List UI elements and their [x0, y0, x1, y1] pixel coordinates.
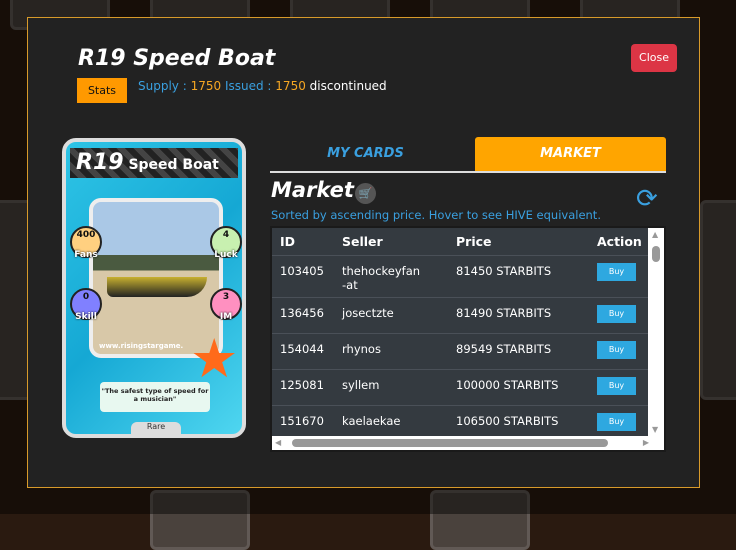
- starfish-icon: ★: [190, 327, 239, 390]
- listing-id: 125081: [280, 378, 324, 392]
- card-modal: R19 Speed Boat Stats Supply : 1750 Issue…: [27, 17, 700, 488]
- refresh-icon[interactable]: ⟳: [636, 186, 658, 212]
- card-quote: "The safest type of speed for a musician…: [100, 382, 210, 412]
- price: 81450 STARBITS: [456, 264, 552, 278]
- horizontal-scrollbar[interactable]: ◀ ▶: [272, 436, 652, 450]
- seller: kaelaekae: [342, 414, 401, 428]
- issued-value: 1750: [275, 79, 306, 93]
- scroll-left-icon[interactable]: ◀: [275, 438, 281, 447]
- scroll-down-icon[interactable]: ▼: [652, 425, 658, 434]
- seller: syllem: [342, 378, 380, 392]
- col-seller: Seller: [342, 234, 383, 249]
- buy-button[interactable]: Buy: [597, 413, 636, 431]
- buy-button[interactable]: Buy: [597, 341, 636, 359]
- sort-note: Sorted by ascending price. Hover to see …: [271, 208, 601, 222]
- im-stat: 3 IM: [210, 288, 242, 322]
- close-button[interactable]: Close: [631, 44, 677, 72]
- price: 81490 STARBITS: [456, 306, 552, 320]
- market-heading: Market: [271, 178, 354, 202]
- status-text: discontinued: [309, 79, 387, 93]
- table-row: 125081 syllem 100000 STARBITS Buy: [272, 370, 652, 406]
- card-number: R19: [76, 150, 124, 175]
- card-rarity: Rare: [131, 422, 181, 434]
- issued-label: Issued :: [224, 79, 272, 93]
- supply-label: Supply :: [138, 79, 187, 93]
- scroll-right-icon[interactable]: ▶: [643, 438, 649, 447]
- table-row: 136456 josectzte 81490 STARBITS Buy: [272, 298, 652, 334]
- listing-id: 103405: [280, 264, 324, 278]
- seller: josectzte: [342, 306, 394, 320]
- market-table: ID Seller Price Action 103405 thehockeyf…: [270, 226, 666, 452]
- cart-icon: 🛒: [355, 183, 376, 204]
- table-row: 154044 rhynos 89549 STARBITS Buy: [272, 334, 652, 370]
- scrollbar-thumb[interactable]: [292, 439, 608, 447]
- card-header: R19 Speed Boat: [70, 148, 238, 178]
- seller: thehockeyfan-at: [342, 264, 421, 292]
- vertical-scrollbar[interactable]: ▲ ▼: [648, 228, 664, 436]
- fans-stat: 400 Fans: [70, 226, 102, 260]
- luck-stat: 4 Luck: [210, 226, 242, 260]
- scroll-up-icon[interactable]: ▲: [652, 230, 658, 239]
- col-price: Price: [456, 234, 492, 249]
- col-action: Action: [597, 234, 642, 249]
- buy-button[interactable]: Buy: [597, 377, 636, 395]
- card-website: www.risingstargame.: [99, 342, 184, 350]
- table-row: 151670 kaelaekae 106500 STARBITS Buy: [272, 406, 652, 436]
- table-header: ID Seller Price Action: [272, 228, 652, 256]
- tab-market[interactable]: MARKET: [475, 137, 666, 171]
- table-body: ID Seller Price Action 103405 thehockeyf…: [272, 228, 652, 436]
- tab-my-cards[interactable]: MY CARDS: [270, 137, 461, 171]
- buy-button[interactable]: Buy: [597, 263, 636, 281]
- listing-id: 136456: [280, 306, 324, 320]
- price: 106500 STARBITS: [456, 414, 559, 428]
- card-image: R19 Speed Boat www.risingstargame. 400 Fa…: [62, 138, 246, 438]
- tab-bar: MY CARDS MARKET: [270, 137, 666, 173]
- scrollbar-thumb[interactable]: [652, 246, 660, 262]
- stats-button[interactable]: Stats: [77, 78, 127, 103]
- listing-id: 151670: [280, 414, 324, 428]
- supply-info: Supply : 1750 Issued : 1750 discontinued: [138, 79, 387, 93]
- supply-value: 1750: [190, 79, 222, 93]
- buy-button[interactable]: Buy: [597, 305, 636, 323]
- seller: rhynos: [342, 342, 381, 356]
- col-id: ID: [280, 234, 296, 249]
- price: 100000 STARBITS: [456, 378, 559, 392]
- card-name: Speed Boat: [128, 157, 219, 173]
- boat-illustration: [107, 277, 207, 297]
- modal-title: R19 Speed Boat: [78, 46, 276, 71]
- price: 89549 STARBITS: [456, 342, 552, 356]
- table-row: 103405 thehockeyfan-at 81450 STARBITS Bu…: [272, 256, 652, 298]
- listing-id: 154044: [280, 342, 324, 356]
- skill-stat: 0 Skill: [70, 288, 102, 322]
